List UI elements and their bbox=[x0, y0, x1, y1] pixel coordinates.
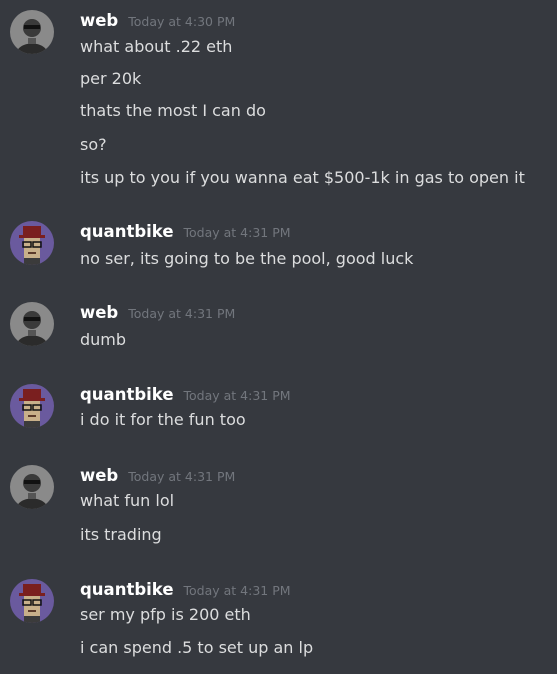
message-text: no ser, its going to be the pool, good l… bbox=[80, 249, 414, 268]
username[interactable]: web bbox=[80, 302, 118, 324]
web-avatar[interactable] bbox=[10, 10, 54, 54]
message-text: its trading bbox=[80, 525, 162, 544]
username[interactable]: quantbike bbox=[80, 384, 174, 406]
message-text: so? bbox=[80, 135, 107, 154]
username[interactable]: web bbox=[80, 10, 118, 32]
timestamp: Today at 4:31 PM bbox=[128, 469, 236, 484]
timestamp: Today at 4:30 PM bbox=[128, 14, 236, 29]
web-avatar[interactable] bbox=[10, 465, 54, 509]
message-text: thats the most I can do bbox=[80, 101, 266, 120]
message-text: per 20k bbox=[80, 69, 142, 88]
username[interactable]: quantbike bbox=[80, 579, 174, 601]
message-text: i can spend .5 to set up an lp bbox=[80, 638, 314, 657]
username[interactable]: web bbox=[80, 465, 118, 487]
message-text: what fun lol bbox=[80, 491, 175, 510]
web-avatar[interactable] bbox=[10, 302, 54, 346]
quantbike-avatar[interactable] bbox=[10, 579, 54, 623]
message-text: dumb bbox=[80, 330, 127, 349]
message-text: its up to you if you wanna eat $500-1k i… bbox=[80, 168, 525, 187]
timestamp: Today at 4:31 PM bbox=[183, 583, 291, 598]
quantbike-avatar[interactable] bbox=[10, 221, 54, 265]
message-text: i do it for the fun too bbox=[80, 410, 246, 429]
message-text: ser my pfp is 200 eth bbox=[80, 605, 251, 624]
quantbike-avatar[interactable] bbox=[10, 384, 54, 428]
timestamp: Today at 4:31 PM bbox=[183, 225, 291, 240]
timestamp: Today at 4:31 PM bbox=[128, 306, 236, 321]
username[interactable]: quantbike bbox=[80, 221, 174, 243]
message-text: what about .22 eth bbox=[80, 37, 233, 56]
timestamp: Today at 4:31 PM bbox=[183, 388, 291, 403]
